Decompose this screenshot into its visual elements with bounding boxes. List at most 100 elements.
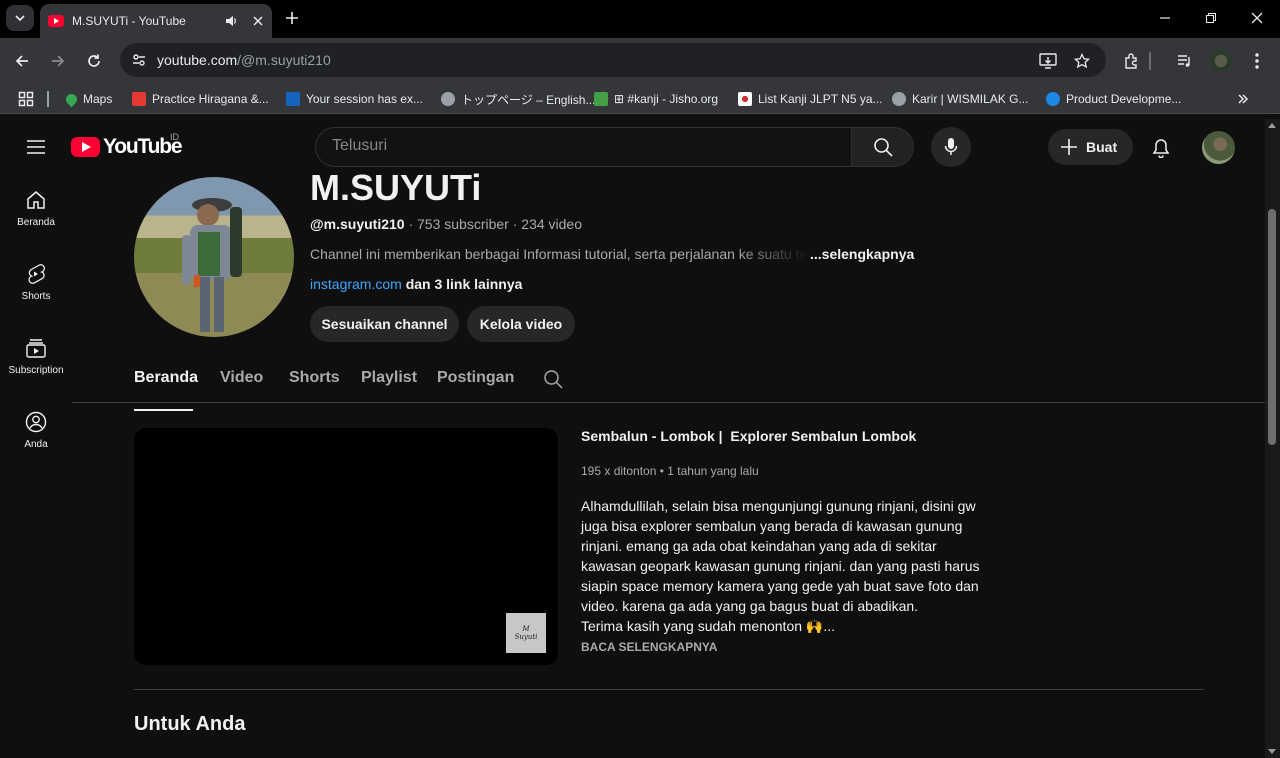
channel-handle: @m.suyuti210 bbox=[310, 216, 405, 232]
browser-toolbar: youtube.com/@m.suyuti210 bbox=[0, 38, 1280, 84]
bookmark-english[interactable]: トップページ – English... bbox=[441, 90, 595, 108]
search-button[interactable] bbox=[851, 127, 914, 167]
featured-video-title[interactable]: Sembalun - Lombok | Explorer Sembalun Lo… bbox=[581, 428, 916, 444]
chevron-down-icon bbox=[15, 15, 25, 22]
restore-button[interactable] bbox=[1188, 0, 1234, 36]
description-line: juga bisa explorer sembalun yang berada … bbox=[581, 518, 963, 534]
instagram-link[interactable]: instagram.com bbox=[310, 276, 402, 292]
bookmark-maps[interactable]: Maps bbox=[63, 90, 112, 108]
browser-menu-icon[interactable] bbox=[1246, 50, 1268, 72]
microphone-icon bbox=[944, 138, 958, 155]
scroll-up-arrow-icon[interactable] bbox=[1268, 123, 1276, 128]
channel-avatar[interactable] bbox=[134, 177, 294, 337]
bookmark-wismilak[interactable]: Karir | WISMILAK G... bbox=[892, 90, 1028, 108]
notifications-button[interactable] bbox=[1148, 135, 1174, 161]
read-more-link[interactable]: BACA SELENGKAPNYA bbox=[581, 640, 717, 654]
guide-item-you[interactable]: Anda bbox=[4, 397, 68, 471]
watermark-line2: Suyuti bbox=[514, 633, 538, 641]
watermark-line1: M bbox=[522, 625, 530, 633]
audio-playing-icon[interactable] bbox=[224, 14, 238, 28]
close-window-button[interactable] bbox=[1234, 0, 1280, 36]
scroll-down-arrow-icon[interactable] bbox=[1268, 749, 1276, 754]
hiker-photo bbox=[182, 198, 242, 332]
description-line: siapin space memory kamera yang gede yah… bbox=[581, 578, 979, 594]
guide-item-subscriptions[interactable]: Subscription bbox=[4, 323, 68, 397]
browser-tab-active[interactable]: M.SUYUTi - YouTube bbox=[40, 4, 272, 38]
customize-channel-button[interactable]: Sesuaikan channel bbox=[310, 306, 459, 342]
section-divider bbox=[134, 689, 1204, 690]
tab-close-icon[interactable] bbox=[252, 15, 264, 27]
tab-shorts[interactable]: Shorts bbox=[289, 369, 340, 387]
forward-button[interactable] bbox=[45, 48, 71, 74]
active-tab-indicator bbox=[134, 409, 193, 411]
description-line: Terima kasih yang sudah menonton 🙌... bbox=[581, 618, 836, 634]
channel-description[interactable]: Channel ini memberikan berbagai Informas… bbox=[310, 246, 914, 262]
extensions-icon[interactable] bbox=[1121, 50, 1143, 72]
site-info-icon[interactable] bbox=[128, 49, 150, 71]
search-input[interactable] bbox=[332, 137, 832, 155]
hiragana-site-icon bbox=[132, 92, 146, 106]
plus-icon bbox=[1061, 139, 1077, 155]
bookmark-product[interactable]: Product Developme... bbox=[1046, 90, 1181, 108]
create-label: Buat bbox=[1086, 139, 1118, 155]
globe-icon bbox=[892, 92, 906, 106]
session-site-icon bbox=[286, 92, 300, 106]
description-more-link[interactable]: ...selengkapnya bbox=[810, 246, 914, 262]
close-icon bbox=[1251, 12, 1263, 24]
channel-search-icon[interactable] bbox=[541, 367, 565, 391]
featured-video-player[interactable]: M Suyuti bbox=[134, 428, 558, 665]
tab-posts[interactable]: Postingan bbox=[437, 369, 514, 387]
featured-video-description: Alhamdullilah, selain bisa mengunjungi g… bbox=[581, 496, 991, 636]
back-button[interactable] bbox=[9, 48, 35, 74]
media-controls-icon[interactable] bbox=[1174, 50, 1196, 72]
bookmark-label: Your session has ex... bbox=[306, 92, 423, 106]
product-site-icon bbox=[1046, 92, 1060, 106]
bookmark-label: List Kanji JLPT N5 ya... bbox=[758, 92, 883, 106]
jisho-site-icon bbox=[594, 92, 608, 106]
tab-videos[interactable]: Video bbox=[220, 369, 263, 387]
channel-tabs: Beranda Video Shorts Playlist Postingan bbox=[134, 359, 1265, 411]
minimize-icon bbox=[1160, 17, 1170, 19]
manage-videos-button[interactable]: Kelola video bbox=[467, 306, 575, 342]
bookmark-star-icon[interactable] bbox=[1072, 51, 1092, 71]
plus-icon bbox=[286, 12, 298, 24]
bookmarks-bar: Maps Practice Hiragana &... Your session… bbox=[0, 84, 1280, 114]
bookmark-jisho[interactable]: ⊞ #kanji - Jisho.org bbox=[594, 90, 718, 108]
tab-playlists[interactable]: Playlist bbox=[361, 369, 417, 387]
install-app-icon[interactable] bbox=[1038, 51, 1058, 71]
channel-watermark[interactable]: M Suyuti bbox=[506, 613, 546, 653]
description-line: video. karena ga ada yang ga bagus buat … bbox=[581, 598, 919, 614]
minimize-button[interactable] bbox=[1142, 0, 1188, 36]
bookmark-session[interactable]: Your session has ex... bbox=[286, 90, 423, 108]
page-scrollbar[interactable] bbox=[1265, 119, 1280, 758]
profile-avatar[interactable] bbox=[1210, 50, 1232, 72]
guide-item-shorts[interactable]: Shorts bbox=[4, 249, 68, 323]
more-bookmarks-icon[interactable] bbox=[1236, 90, 1250, 108]
new-tab-button[interactable] bbox=[282, 8, 302, 28]
address-bar[interactable]: youtube.com/@m.suyuti210 bbox=[120, 43, 1106, 77]
voice-search-button[interactable] bbox=[931, 127, 971, 167]
search-icon bbox=[873, 138, 893, 157]
account-avatar[interactable] bbox=[1202, 131, 1235, 164]
channel-links: instagram.com dan 3 link lainnya bbox=[310, 276, 522, 292]
scrollbar-thumb[interactable] bbox=[1268, 209, 1276, 445]
youtube-logo[interactable]: YouTube ID bbox=[71, 132, 183, 159]
bell-icon bbox=[1152, 139, 1170, 158]
tabs-divider bbox=[72, 402, 1265, 403]
guide-label: Beranda bbox=[17, 217, 55, 228]
create-button[interactable]: Buat bbox=[1048, 129, 1133, 165]
reload-button[interactable] bbox=[81, 48, 107, 74]
tab-label: Beranda bbox=[134, 369, 199, 386]
guide-item-home[interactable]: Beranda bbox=[4, 175, 68, 249]
bookmarks-divider bbox=[47, 91, 49, 107]
bookmark-hiragana[interactable]: Practice Hiragana &... bbox=[132, 90, 269, 108]
apps-grid-icon[interactable] bbox=[18, 90, 34, 108]
bookmark-jlpt[interactable]: List Kanji JLPT N5 ya... bbox=[738, 90, 883, 108]
tab-search-button[interactable] bbox=[6, 5, 34, 31]
browser-tab-strip: M.SUYUTi - YouTube bbox=[0, 0, 1280, 38]
menu-icon[interactable] bbox=[22, 135, 50, 159]
country-code: ID bbox=[170, 132, 179, 142]
tab-home[interactable]: Beranda bbox=[134, 369, 199, 411]
reload-icon bbox=[88, 54, 100, 67]
more-links[interactable]: dan 3 link lainnya bbox=[402, 276, 523, 292]
